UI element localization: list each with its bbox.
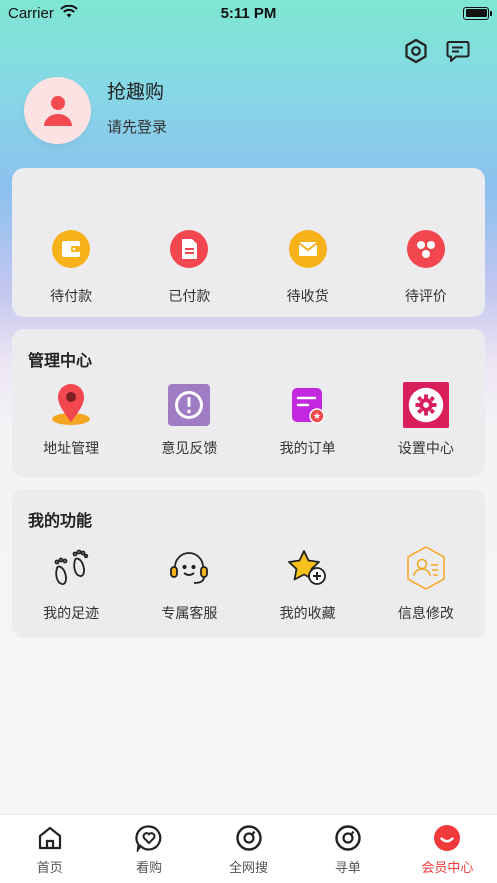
header-actions <box>403 38 471 64</box>
bottom-tab-bar: 首页 看购 全网搜 寻单 会员中心 <box>0 814 497 883</box>
function-label: 我的收藏 <box>279 606 336 622</box>
footprint-icon <box>48 545 94 591</box>
address-management[interactable]: 地址管理 <box>12 382 130 458</box>
order-awaiting-review[interactable]: 待评价 <box>367 226 485 306</box>
tab-label: 会员中心 <box>421 861 474 876</box>
carrier-label: Carrier <box>8 4 54 22</box>
tab-member-center[interactable]: 会员中心 <box>398 815 497 883</box>
document-icon <box>166 226 212 272</box>
function-label: 信息修改 <box>397 606 454 622</box>
envelope-icon <box>285 226 331 272</box>
heart-chat-icon <box>135 825 162 852</box>
feedback-icon <box>166 382 212 428</box>
settings-center[interactable]: 设置中心 <box>367 382 485 458</box>
my-favorites[interactable]: 我的收藏 <box>249 545 367 623</box>
order-awaiting-delivery[interactable]: 待收货 <box>249 226 367 306</box>
manage-label: 我的订单 <box>279 441 336 457</box>
order-icon <box>285 382 331 428</box>
edit-profile-info[interactable]: 信息修改 <box>367 545 485 623</box>
functions-card: 我的功能 我的足迹 专属客服 我的收藏 信息修改 <box>12 489 485 638</box>
avatar[interactable] <box>24 77 91 144</box>
star-add-icon <box>285 545 331 591</box>
manage-label: 设置中心 <box>397 441 454 457</box>
app-name: 抢趣购 <box>107 80 165 103</box>
tab-home[interactable]: 首页 <box>0 815 99 883</box>
feedback[interactable]: 意见反馈 <box>130 382 248 458</box>
section-title: 管理中心 <box>28 351 93 370</box>
tab-find-order[interactable]: 寻单 <box>298 815 397 883</box>
wifi-icon <box>60 4 78 22</box>
message-icon[interactable] <box>445 38 471 64</box>
profile-section[interactable]: 抢趣购 请先登录 <box>24 77 167 144</box>
share-dots-icon <box>403 226 449 272</box>
tab-label: 全网搜 <box>229 861 269 876</box>
login-prompt[interactable]: 请先登录 <box>107 116 167 137</box>
tab-label: 看购 <box>136 861 163 876</box>
my-orders[interactable]: 我的订单 <box>249 382 367 458</box>
order-paid[interactable]: 已付款 <box>130 226 248 306</box>
search-circle-icon <box>335 825 361 851</box>
my-footprints[interactable]: 我的足迹 <box>12 545 130 623</box>
tab-browse[interactable]: 看购 <box>99 815 198 883</box>
smile-icon <box>434 825 461 851</box>
order-label: 待付款 <box>50 289 93 305</box>
management-card: 管理中心 地址管理 意见反馈 我的订单 设置中心 <box>12 329 485 477</box>
customer-service[interactable]: 专属客服 <box>130 545 248 623</box>
manage-label: 意见反馈 <box>161 441 218 457</box>
location-pin-icon <box>48 382 94 428</box>
headset-icon <box>166 545 212 591</box>
order-pending-payment[interactable]: 待付款 <box>12 226 130 306</box>
order-label: 已付款 <box>168 289 211 305</box>
orders-card: 待付款 已付款 待收货 待评价 <box>12 168 485 317</box>
wallet-icon <box>48 226 94 272</box>
section-title: 我的功能 <box>28 511 93 530</box>
tab-label: 首页 <box>36 861 63 876</box>
manage-label: 地址管理 <box>43 441 100 457</box>
function-label: 我的足迹 <box>43 606 100 622</box>
tab-label: 寻单 <box>334 861 361 876</box>
function-label: 专属客服 <box>161 606 218 622</box>
user-icon <box>43 95 72 126</box>
search-circle-icon <box>235 825 262 851</box>
home-icon <box>38 826 61 850</box>
user-edit-icon <box>403 545 449 591</box>
order-label: 待评价 <box>404 289 447 305</box>
status-bar: Carrier 5:11 PM <box>0 0 497 26</box>
settings-gear-icon <box>402 382 449 428</box>
order-label: 待收货 <box>286 289 329 305</box>
settings-hexagon-icon[interactable] <box>403 38 429 64</box>
tab-search-all[interactable]: 全网搜 <box>199 815 298 883</box>
battery-icon <box>463 6 492 20</box>
